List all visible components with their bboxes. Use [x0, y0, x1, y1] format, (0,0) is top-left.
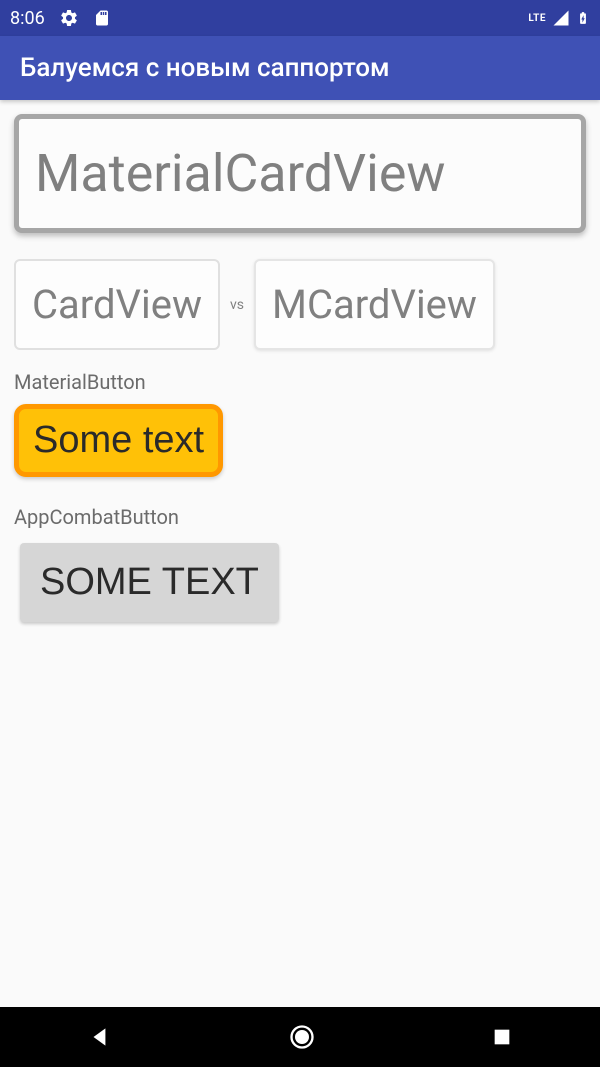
sd-card-icon — [93, 8, 111, 28]
appcompat-button-label: AppCombatButton — [14, 505, 586, 529]
material-button[interactable]: Some text — [14, 404, 223, 477]
app-title: Балуемся с новым саппортом — [20, 53, 390, 83]
content-area: MaterialCardView CardView vs MCardView M… — [0, 100, 600, 636]
card-comparison-row: CardView vs MCardView — [14, 259, 586, 350]
status-bar: 8:06 LTE — [0, 0, 600, 36]
recent-apps-button[interactable] — [491, 1026, 513, 1048]
material-button-label: MaterialButton — [14, 370, 586, 394]
home-button[interactable] — [288, 1023, 316, 1051]
app-bar: Балуемся с новым саппортом — [0, 36, 600, 100]
vs-label: vs — [230, 297, 244, 313]
mcard-view[interactable]: MCardView — [254, 259, 495, 350]
appcompat-button[interactable]: SOME TEXT — [20, 543, 279, 622]
status-right: LTE — [528, 8, 590, 28]
status-time: 8:06 — [10, 8, 45, 29]
card-view[interactable]: CardView — [14, 259, 220, 350]
card-view-text: CardView — [32, 281, 202, 328]
back-button[interactable] — [87, 1024, 113, 1050]
material-button-text: Some text — [33, 419, 204, 461]
material-card-view-large[interactable]: MaterialCardView — [14, 114, 586, 233]
signal-icon — [552, 9, 570, 27]
status-left: 8:06 — [10, 8, 111, 29]
material-card-text: MaterialCardView — [35, 143, 565, 204]
mcard-view-text: MCardView — [272, 281, 477, 328]
settings-icon — [59, 8, 79, 28]
battery-charging-icon — [576, 8, 590, 28]
appcompat-button-text: SOME TEXT — [40, 561, 259, 603]
navigation-bar — [0, 1007, 600, 1067]
lte-label: LTE — [528, 13, 546, 24]
